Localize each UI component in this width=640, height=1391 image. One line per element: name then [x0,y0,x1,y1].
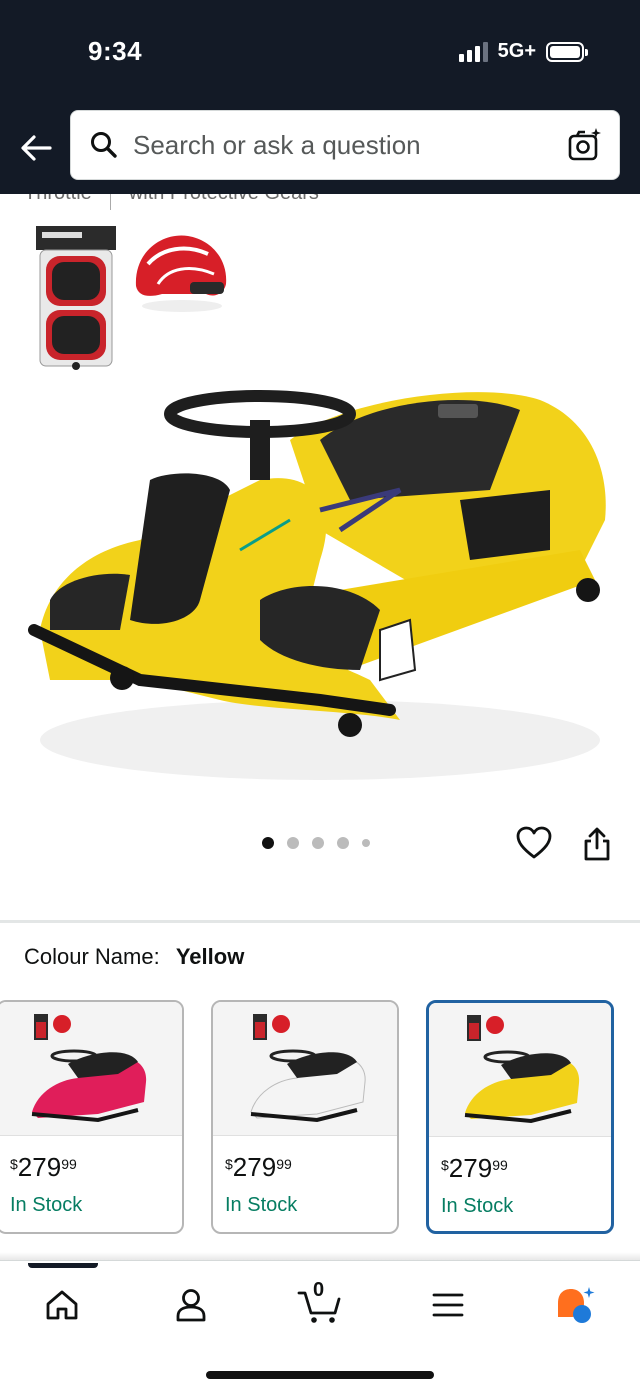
nav-cart[interactable]: 0 [296,1279,344,1329]
home-indicator-bar [206,1371,434,1379]
camera-sparkle-icon [568,128,601,161]
home-icon [46,1290,78,1320]
share-icon [584,827,610,861]
carousel-page-indicator [262,837,370,849]
colour-label: Colour Name: [24,944,160,969]
bottom-navigation-bar: 0 [0,1260,640,1391]
variant-card-white[interactable]: $27999 In Stock [211,1000,399,1234]
carousel-dot-active [262,837,274,849]
carousel-dot [362,839,370,847]
cutoff-text-left: Throttle [24,194,92,210]
product-variant-text-cutoff: Throttle with Protective Gears [24,194,319,210]
nav-rufus[interactable] [552,1281,600,1329]
bottom-nav-shadow [0,1252,640,1260]
heart-icon [516,826,552,859]
variant-price: $27999 [441,1153,508,1183]
wishlist-button[interactable] [516,826,552,862]
helmet-image [135,235,227,312]
search-icon [87,128,121,162]
variant-stock-status: In Stock [441,1195,514,1217]
nav-home[interactable] [38,1281,86,1329]
nav-menu[interactable] [424,1281,472,1329]
account-icon [176,1289,206,1322]
carousel-dot [312,837,324,849]
variant-card-pink[interactable]: $27999 In Stock [0,1000,184,1234]
section-divider [0,920,640,923]
back-button[interactable] [16,128,56,168]
menu-icon [432,1293,464,1317]
product-image-carousel[interactable]: Throttle with Protective Gears [0,194,640,920]
carousel-dot [287,837,299,849]
colour-value: Yellow [175,944,245,969]
knee-pads-image [36,226,116,370]
variant-price: $27999 [10,1152,77,1182]
camera-search-button[interactable] [567,127,603,163]
variant-card-yellow[interactable]: $27999 In Stock [426,1000,614,1234]
nav-account[interactable] [167,1281,215,1329]
signal-icon [458,41,488,62]
active-tab-indicator [28,1263,98,1268]
variant-thumbnail [429,1003,611,1137]
rufus-icon [558,1287,595,1323]
go-kart-image [28,390,606,780]
cutoff-text-right: with Protective Gears [129,194,319,210]
arrow-left-icon [21,135,52,161]
network-type: 5G+ [497,40,536,62]
colour-variant-list: $27999 In Stock $27999 In Stock $27999 I… [0,1000,640,1236]
search-input[interactable] [133,129,553,161]
colour-selection-label: Colour Name: Yellow [24,944,244,970]
cart-count: 0 [313,1279,325,1301]
app-header: 9:34 5G+ [0,0,640,194]
variant-thumbnail [213,1002,397,1136]
variant-stock-status: In Stock [10,1194,83,1216]
accessories-image [34,224,232,372]
variant-stock-status: In Stock [225,1194,298,1216]
variant-thumbnail [0,1002,182,1136]
battery-icon [546,41,588,62]
search-bar[interactable] [70,110,620,180]
variant-price: $27999 [225,1152,292,1182]
status-indicators: 5G+ [458,40,588,63]
status-time: 9:34 [88,36,143,66]
carousel-dot [337,837,349,849]
share-button[interactable] [582,826,614,864]
